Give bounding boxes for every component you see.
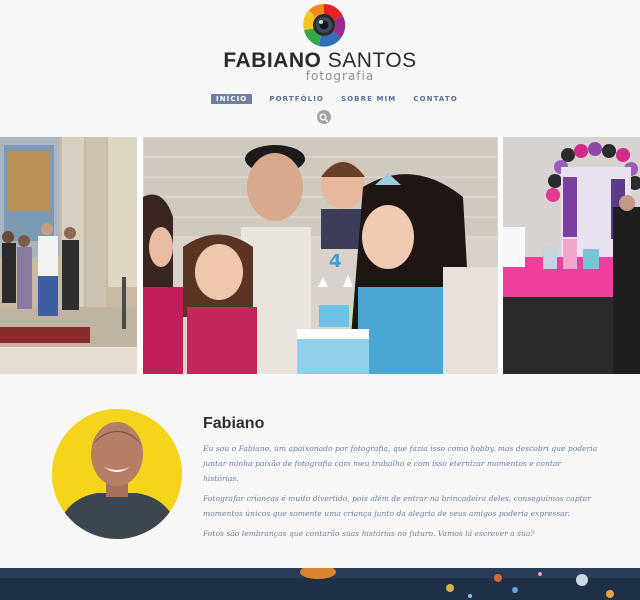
about-paragraph: Fotografar crianças é muito divertido, p… xyxy=(203,494,591,518)
photo-gallery: 4 xyxy=(0,137,640,374)
nav-item-inicio[interactable]: INÍCIO xyxy=(211,94,253,104)
church-group-photo[interactable] xyxy=(0,137,137,374)
search-button[interactable] xyxy=(317,110,331,124)
about-title: Fabiano xyxy=(203,415,265,432)
site-header: FABIANO SANTOS fotografia INÍCIO PORTFÓL… xyxy=(0,0,640,137)
nav-item-portfolio[interactable]: PORTFÓLIO xyxy=(269,94,324,104)
search-icon xyxy=(319,113,329,123)
main-nav: INÍCIO PORTFÓLIO SOBRE MIM CONTATO xyxy=(208,93,475,105)
brand-tagline: fotografia xyxy=(305,69,375,83)
about-section: Fabiano Eu sou o Fabiano, um apaixonado … xyxy=(0,374,640,568)
nav-item-sobre-mim[interactable]: SOBRE MIM xyxy=(341,94,396,104)
nav-item-contato[interactable]: CONTATO xyxy=(413,94,457,104)
party-decoration-photo[interactable] xyxy=(503,137,640,374)
svg-text:4: 4 xyxy=(329,251,342,272)
birthday-cake-photo[interactable]: 4 xyxy=(143,137,498,374)
camera-lens-logo-icon[interactable] xyxy=(301,2,347,48)
about-text: Eu sou o Fabiano, um apaixonado por foto… xyxy=(203,441,598,546)
about-paragraph: Eu sou o Fabiano, um apaixonado por foto… xyxy=(203,444,598,483)
night-sky-banner xyxy=(0,568,640,600)
about-paragraph: Fotos são lembranças que contarão suas h… xyxy=(203,529,535,538)
photographer-avatar xyxy=(52,409,182,539)
